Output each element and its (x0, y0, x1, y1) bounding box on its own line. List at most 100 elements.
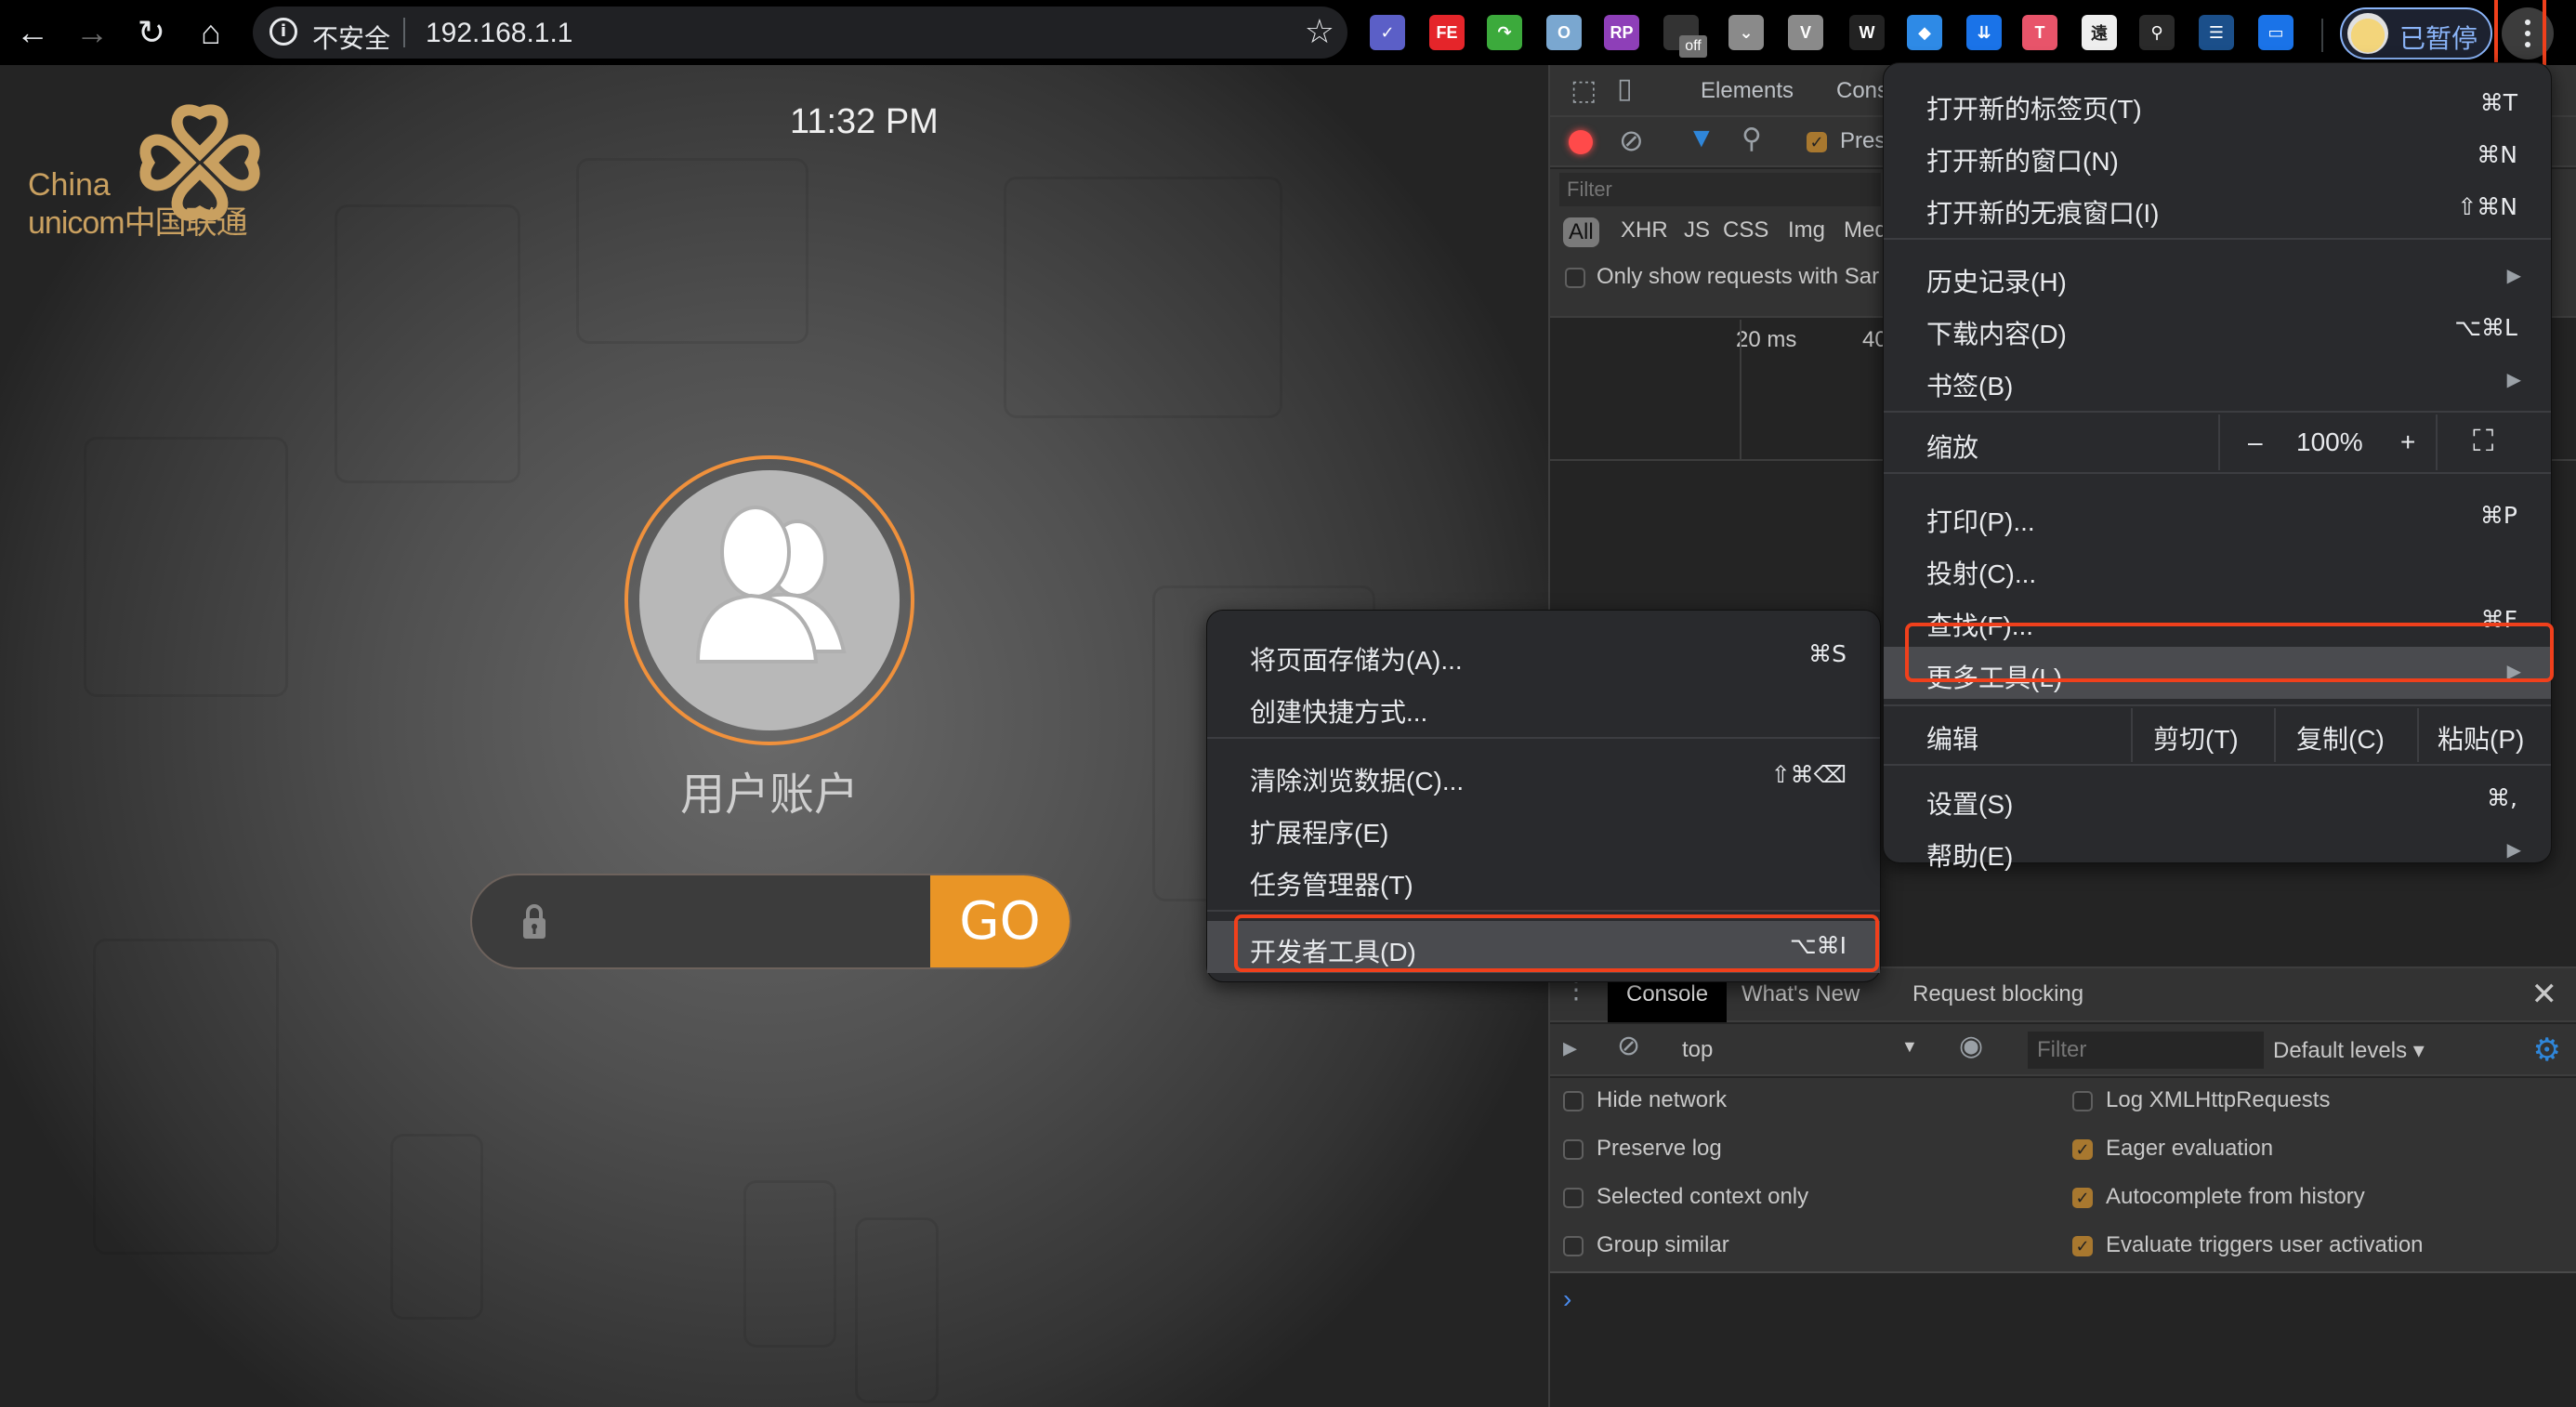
log-levels-dropdown[interactable]: Default levels ▾ (2273, 1037, 2425, 1064)
menu-item-extensions[interactable]: 扩展程序(E) (1207, 802, 1880, 854)
console-setting[interactable]: ✓ Eager evaluation (2072, 1136, 2273, 1162)
paste-button[interactable]: 粘贴(P) (2438, 719, 2524, 756)
menu-item-task-manager[interactable]: 任务管理器(T) (1207, 854, 1880, 906)
console-setting[interactable]: Log XMLHttpRequests (2072, 1087, 2330, 1113)
monitor-ext-icon[interactable]: ▭ (2258, 15, 2293, 50)
forward-button[interactable]: → (69, 9, 115, 56)
console-filter-input[interactable] (2028, 1032, 2264, 1069)
menu-item-print[interactable]: 打印(P)... ⌘P (1884, 491, 2551, 543)
setting-checkbox[interactable] (1563, 1138, 1584, 1160)
fe-helper-ext-icon[interactable]: FE (1429, 15, 1465, 50)
menu-item-downloads[interactable]: 下载内容(D) ⌥⌘L (1884, 303, 2551, 355)
eye-icon[interactable]: ◉ (1959, 1030, 1983, 1062)
search-icon[interactable]: ⚲ (1741, 123, 1762, 155)
type-filter-media[interactable]: Med (1844, 217, 1887, 243)
setting-checkbox[interactable] (1563, 1090, 1584, 1111)
clear-console-icon[interactable]: ⊘ (1617, 1030, 1640, 1062)
console-setting[interactable]: Hide network (1563, 1087, 1727, 1113)
console-prompt-icon[interactable]: › (1563, 1284, 1571, 1314)
password-input[interactable] (556, 892, 927, 952)
type-filter-js[interactable]: JS (1684, 217, 1710, 243)
chevron-right-icon: ▶ (2506, 662, 2521, 682)
console-setting[interactable]: ✓ Evaluate triggers user activation (2072, 1232, 2424, 1258)
menu-item-developer-tools[interactable]: 开发者工具(D) ⌥⌘I (1207, 921, 1880, 973)
address-bar[interactable]: i 不安全 192.168.1.1 ☆ (253, 7, 1347, 59)
tab-request-blocking[interactable]: Request blocking (1912, 981, 2083, 1007)
t-ext-icon[interactable]: T (2022, 15, 2057, 50)
filter-funnel-icon[interactable]: ▼ (1688, 123, 1715, 154)
vue-devtools-ext-icon[interactable]: V (1788, 15, 1823, 50)
setting-checkbox[interactable] (2072, 1090, 2093, 1111)
checkmark-ext-icon[interactable]: ✓ (1370, 15, 1405, 50)
network-filter-input[interactable] (1559, 173, 1881, 206)
pocket-ext-icon[interactable]: ⌄ (1728, 15, 1764, 50)
tab-console[interactable]: Cons (1836, 78, 1888, 104)
menu-item-history[interactable]: 历史记录(H) ▶ (1884, 251, 2551, 303)
setting-label: Log XMLHttpRequests (2106, 1087, 2331, 1112)
chrome-menu-button[interactable] (2502, 7, 2554, 59)
menu-item-cast[interactable]: 投射(C)... (1884, 543, 2551, 595)
setting-checkbox[interactable] (1563, 1235, 1584, 1256)
preserve-log-checkbox[interactable]: ✓ (1807, 132, 1827, 152)
green-arrow-ext-icon[interactable]: ↷ (1487, 15, 1522, 50)
samesite-checkbox[interactable] (1565, 268, 1585, 288)
url-text[interactable]: 192.168.1.1 (426, 18, 572, 49)
zoom-in-button[interactable]: + (2400, 427, 2415, 457)
chevron-down-icon[interactable]: ▼ (1901, 1037, 1918, 1057)
menu-item-new-tab[interactable]: 打开新的标签页(T) ⌘T (1884, 78, 2551, 130)
menu-item-new-window[interactable]: 打开新的窗口(N) ⌘N (1884, 130, 2551, 182)
setting-checkbox[interactable]: ✓ (2072, 1235, 2093, 1256)
back-button[interactable]: ← (9, 9, 56, 56)
inspect-element-icon[interactable]: ⬚ (1571, 74, 1597, 107)
profile-button[interactable]: 已暂停 (2340, 7, 2492, 59)
context-selector[interactable]: top (1682, 1037, 1713, 1063)
menu-item-more-tools[interactable]: 更多工具(L) ▶ (1884, 647, 2551, 699)
type-filter-xhr[interactable]: XHR (1621, 217, 1668, 243)
gear-icon[interactable]: ⚙ (2533, 1032, 2561, 1069)
setting-checkbox[interactable]: ✓ (2072, 1138, 2093, 1160)
home-button[interactable]: ⌂ (188, 9, 234, 56)
device-toolbar-icon[interactable]: ▯ (1617, 72, 1633, 105)
zoom-out-button[interactable]: – (2248, 427, 2263, 457)
menu-item-incognito[interactable]: 打开新的无痕窗口(I) ⇧⌘N (1884, 182, 2551, 234)
menu-item-find[interactable]: 查找(F)... ⌘F (1884, 595, 2551, 647)
copy-button[interactable]: 复制(C) (2296, 719, 2385, 756)
calligraphy-ext-icon[interactable]: 遠 (2082, 15, 2117, 50)
close-drawer-icon[interactable]: ✕ (2531, 976, 2558, 1013)
diamond-ext-icon[interactable]: ◆ (1907, 15, 1942, 50)
type-filter-all[interactable]: All (1563, 217, 1599, 247)
console-setting[interactable]: Group similar (1563, 1232, 1729, 1258)
type-filter-css[interactable]: CSS (1723, 217, 1768, 243)
database-ext-icon[interactable]: ☰ (2199, 15, 2234, 50)
menu-item-create-shortcut[interactable]: 创建快捷方式... (1207, 681, 1880, 733)
fullscreen-icon[interactable]: ⛶ (2473, 424, 2493, 459)
setting-checkbox[interactable]: ✓ (2072, 1187, 2093, 1208)
user-avatar (624, 455, 914, 745)
wept-ext-icon[interactable]: W (1849, 15, 1885, 50)
setting-checkbox[interactable] (1563, 1187, 1584, 1208)
sidebar-toggle-icon[interactable]: ▸ (1563, 1032, 1577, 1064)
cut-button[interactable]: 剪切(T) (2153, 719, 2239, 756)
tab-whats-new[interactable]: What's New (1741, 981, 1860, 1007)
reload-button[interactable]: ↻ (128, 9, 175, 56)
console-setting[interactable]: ✓ Autocomplete from history (2072, 1184, 2365, 1210)
security-label[interactable]: 不安全 (312, 19, 390, 56)
magnifier-ext-icon[interactable]: ⚲ (2139, 15, 2175, 50)
console-setting[interactable]: Preserve log (1563, 1136, 1722, 1162)
bookmark-star-icon[interactable]: ☆ (1305, 12, 1334, 51)
download-ext-icon[interactable]: ⇊ (1966, 15, 2002, 50)
clear-icon[interactable]: ⊘ (1619, 123, 1644, 158)
console-setting[interactable]: Selected context only (1563, 1184, 1808, 1210)
ring-ext-icon[interactable]: O (1546, 15, 1582, 50)
menu-item-bookmarks[interactable]: 书签(B) ▶ (1884, 355, 2551, 407)
tab-elements[interactable]: Elements (1701, 78, 1794, 104)
record-button[interactable] (1569, 130, 1593, 154)
info-icon[interactable]: i (269, 18, 297, 46)
menu-item-help[interactable]: 帮助(E) ▶ (1884, 825, 2551, 871)
menu-item-clear-browsing-data[interactable]: 清除浏览数据(C)... ⇧⌘⌫ (1207, 750, 1880, 802)
axure-rp-ext-icon[interactable]: RP (1604, 15, 1639, 50)
menu-item-settings[interactable]: 设置(S) ⌘, (1884, 773, 2551, 825)
type-filter-img[interactable]: Img (1788, 217, 1825, 243)
go-button[interactable]: GO (930, 875, 1070, 967)
menu-item-save-page[interactable]: 将页面存储为(A)... ⌘S (1207, 629, 1880, 681)
